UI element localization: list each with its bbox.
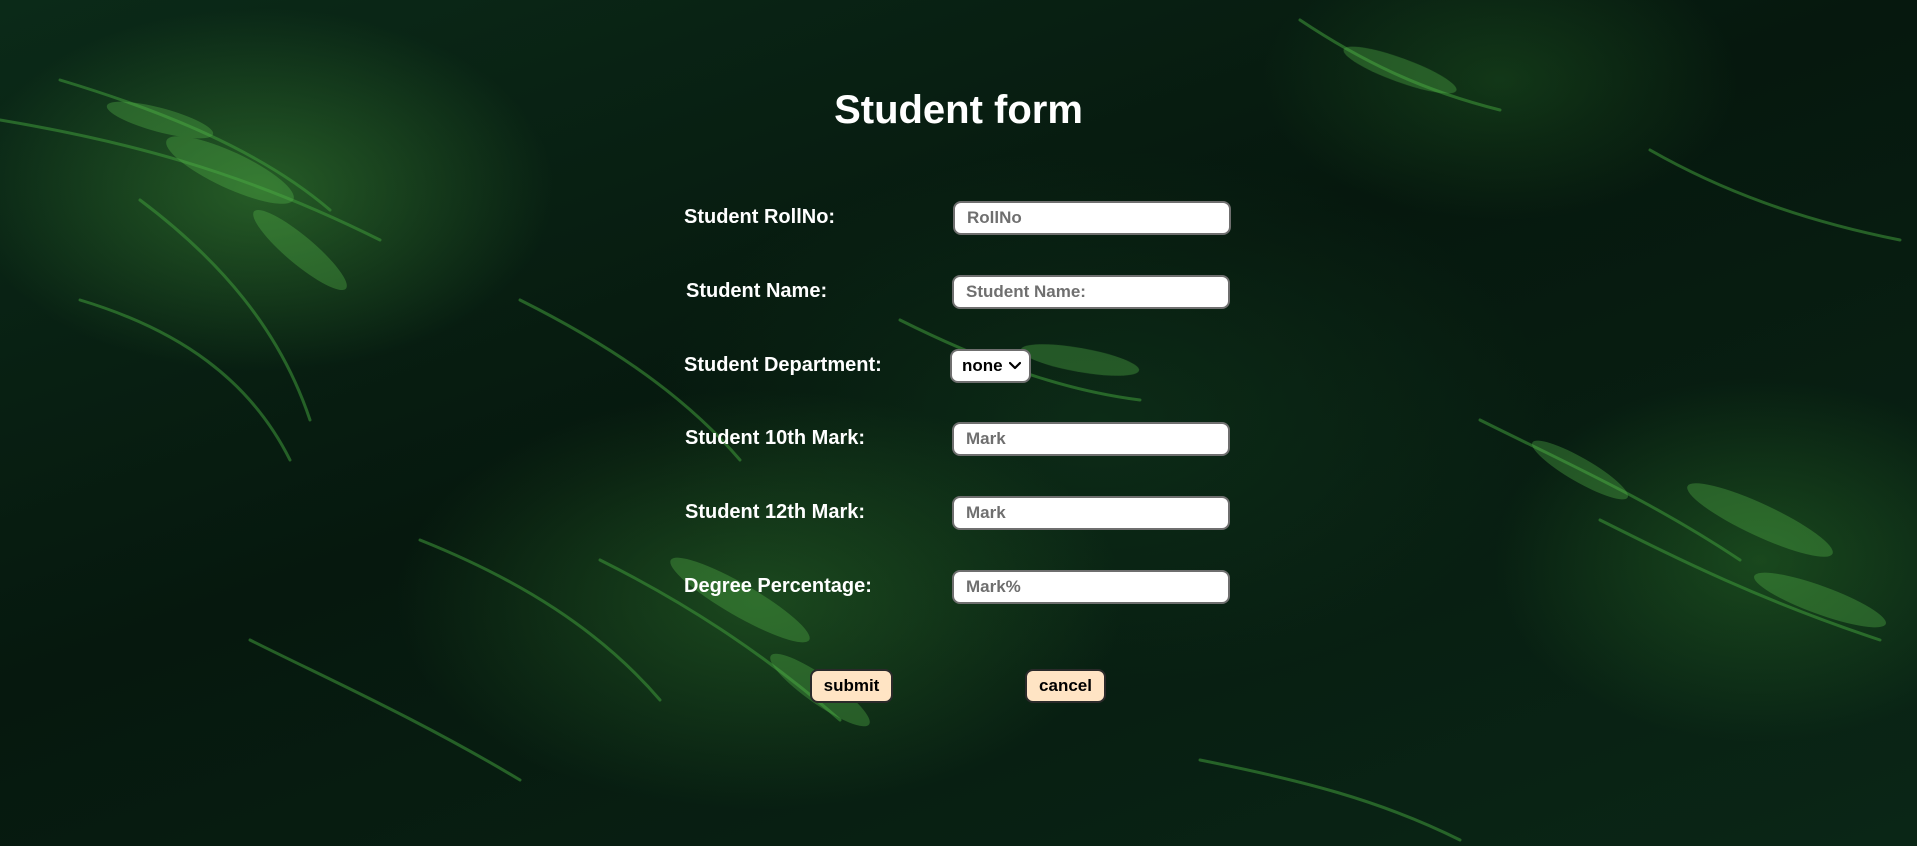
- student-name-label: Student Name:: [686, 280, 828, 302]
- page-title: Student form: [834, 88, 1083, 132]
- degree-percentage-input[interactable]: [952, 570, 1230, 604]
- mark10-input[interactable]: [952, 422, 1230, 456]
- department-select[interactable]: none: [950, 349, 1031, 383]
- chevron-down-icon: [1009, 361, 1021, 370]
- mark12-label: Student 12th Mark:: [685, 501, 866, 523]
- cancel-button[interactable]: cancel: [1025, 669, 1106, 703]
- department-selected-value: none: [962, 356, 1003, 375]
- department-label: Student Department:: [684, 354, 882, 376]
- degree-percentage-label: Degree Percentage:: [684, 575, 872, 597]
- mark12-input[interactable]: [952, 496, 1230, 530]
- rollno-input[interactable]: [953, 201, 1231, 235]
- rollno-label: Student RollNo:: [684, 206, 836, 228]
- student-name-input[interactable]: [952, 275, 1230, 309]
- mark10-label: Student 10th Mark:: [685, 427, 866, 449]
- submit-button[interactable]: submit: [810, 669, 893, 703]
